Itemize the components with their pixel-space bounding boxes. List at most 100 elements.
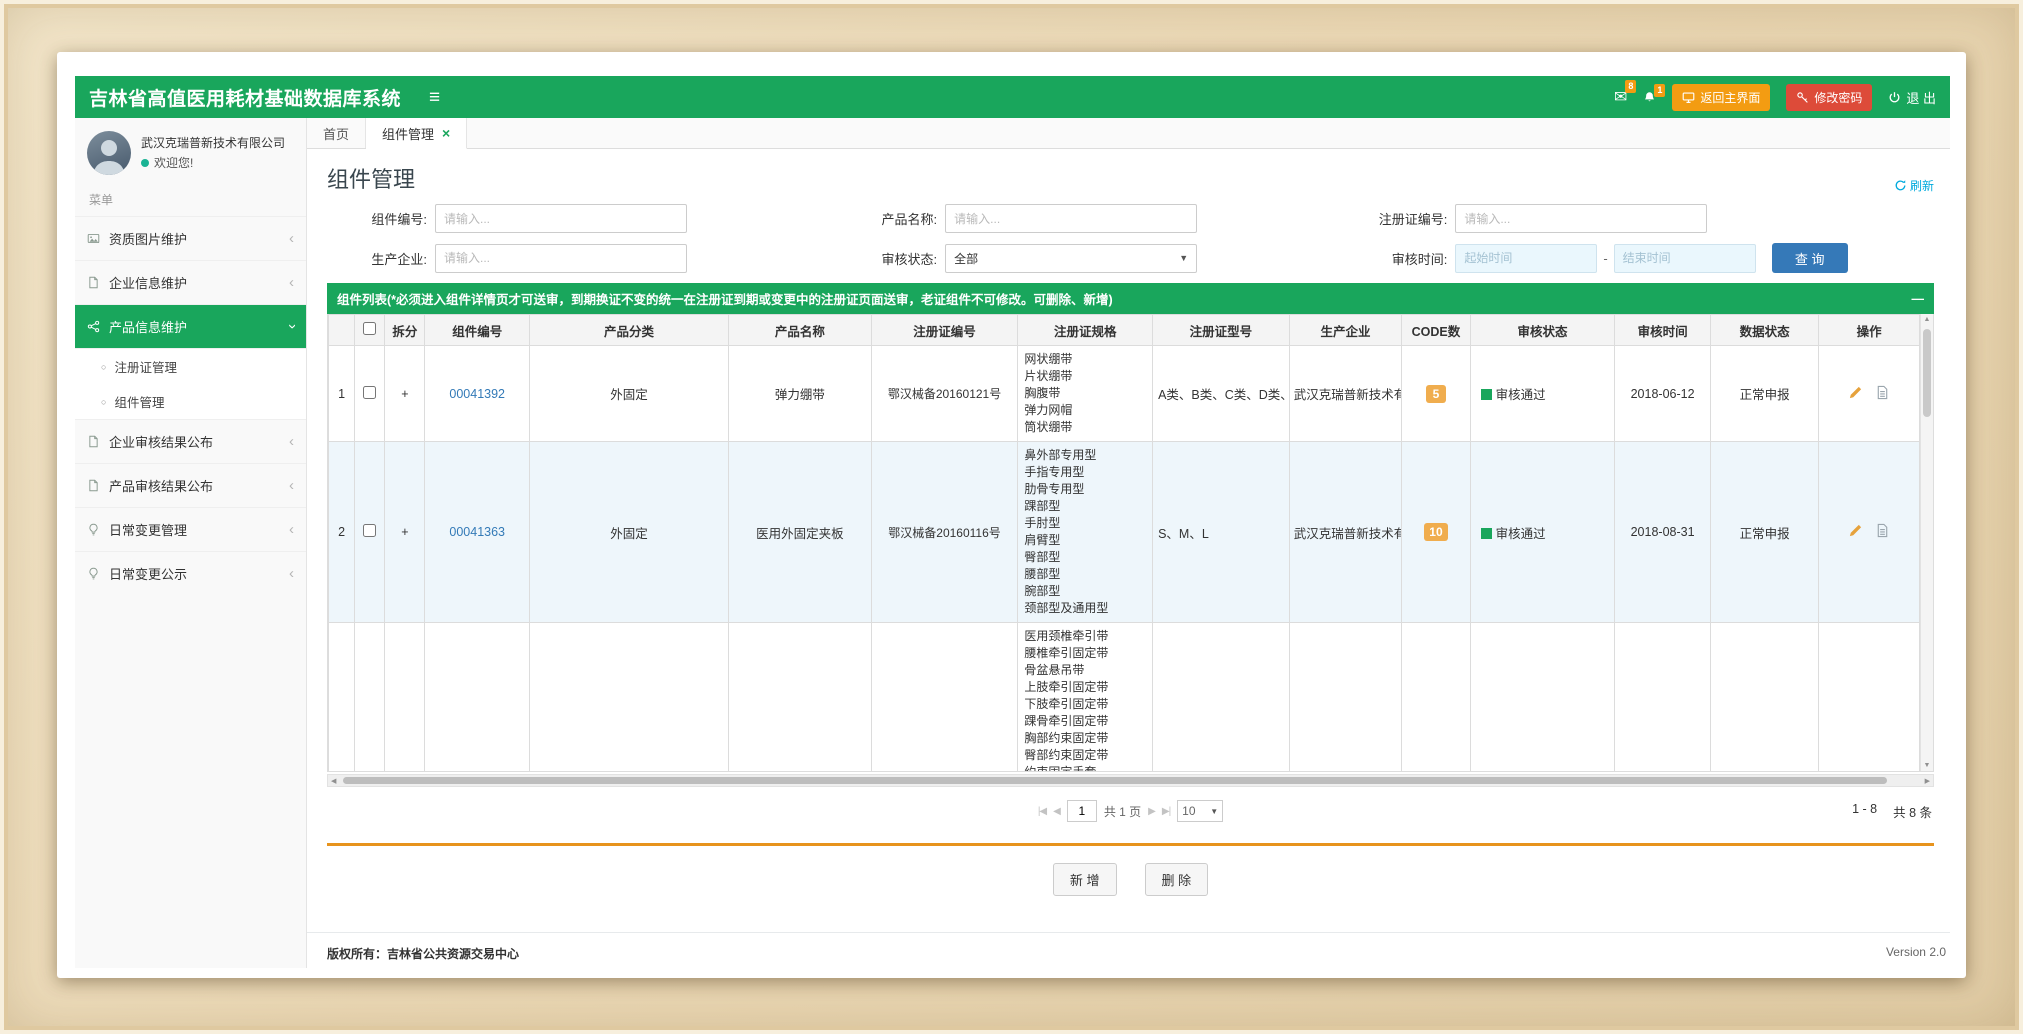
audit-status-label: 审核状态: — [837, 249, 937, 268]
scroll-down-icon[interactable]: ▼ — [1921, 762, 1933, 769]
delete-button[interactable]: 删 除 — [1145, 863, 1209, 896]
main-area: 首页 组件管理 × 组件管理 刷新 — [307, 118, 1950, 968]
horizontal-scroll-thumb[interactable] — [343, 777, 1887, 784]
scroll-right-icon[interactable]: ▶ — [1925, 775, 1930, 786]
file-icon — [87, 276, 100, 289]
add-button[interactable]: 新 增 — [1053, 863, 1117, 896]
page-footer: 版权所有：吉林省公共资源交易中心 Version 2.0 — [307, 932, 1950, 968]
component-table: 拆分 组件编号 产品分类 产品名称 注册证编号 注册证规格 注册证型号 生产企业 — [328, 314, 1920, 772]
last-page-button[interactable]: ▶| — [1162, 806, 1170, 817]
orange-divider — [327, 843, 1934, 846]
tab-component-management[interactable]: 组件管理 × — [366, 118, 467, 149]
scroll-up-icon[interactable]: ▲ — [1921, 316, 1933, 323]
row-checkbox[interactable] — [363, 386, 376, 399]
pagination: |◀ ◀ 共 1 页 ▶ ▶| 10 ▼ 1 - 8 — [327, 796, 1934, 826]
table-row: 2 + 00041363 外固定 医用外固定夹板 鄂汉械备20160116号 鼻… — [329, 442, 1920, 623]
cert-no-input[interactable] — [1455, 204, 1707, 233]
audit-time-end-input[interactable] — [1614, 244, 1756, 273]
vertical-scroll-thumb[interactable] — [1923, 329, 1931, 417]
product-name-input[interactable] — [945, 204, 1197, 233]
browser-page: 吉林省高值医用耗材基础数据库系统 ≡ ✉ 8 1 返回主界面 — [57, 52, 1966, 978]
sidebar-menu: 资质图片维护 ‹ 企业信息维护 ‹ — [75, 216, 306, 595]
logout-button[interactable]: 退 出 — [1888, 88, 1936, 107]
sidebar-subitem-component-management[interactable]: ○ 组件管理 — [75, 384, 306, 419]
avatar — [87, 131, 131, 175]
code-count-badge: 10 — [1424, 523, 1447, 541]
power-icon — [1888, 91, 1901, 104]
component-no-link[interactable]: 00041392 — [449, 387, 505, 401]
mail-button[interactable]: ✉ 8 — [1614, 87, 1627, 107]
chevron-left-icon: ‹ — [289, 231, 294, 246]
component-no-link[interactable]: 00041363 — [449, 525, 505, 539]
component-table-wrap: 拆分 组件编号 产品分类 产品名称 注册证编号 注册证规格 注册证型号 生产企业 — [327, 314, 1934, 772]
chevron-left-icon: ‹ — [289, 478, 294, 493]
row-number-header — [329, 315, 355, 346]
share-icon — [87, 320, 100, 333]
page-size-select[interactable]: 10 ▼ — [1177, 800, 1223, 822]
chevron-left-icon: ‹ — [289, 434, 294, 449]
top-navbar: 吉林省高值医用耗材基础数据库系统 ≡ ✉ 8 1 返回主界面 — [75, 76, 1950, 118]
circle-bullet-icon: ○ — [101, 362, 106, 372]
edit-pencil-icon[interactable] — [1848, 385, 1863, 400]
query-button[interactable]: 查 询 — [1772, 243, 1848, 273]
sidebar-item-daily-change-publicity[interactable]: 日常变更公示 ‹ — [75, 551, 306, 595]
chevron-left-icon: ‹ — [289, 275, 294, 290]
prev-page-button[interactable]: ◀ — [1053, 806, 1060, 817]
sidebar-item-daily-change-management[interactable]: 日常变更管理 ‹ — [75, 507, 306, 551]
audit-time-start-input[interactable] — [1455, 244, 1597, 273]
sidebar-item-company-info[interactable]: 企业信息维护 ‹ — [75, 260, 306, 304]
hamburger-menu-icon[interactable]: ≡ — [429, 88, 440, 107]
first-page-button[interactable]: |◀ — [1038, 806, 1046, 817]
bulb-icon — [87, 523, 100, 536]
vertical-scrollbar[interactable]: ▲ ▼ — [1920, 314, 1933, 771]
document-icon[interactable] — [1875, 385, 1890, 400]
return-home-button[interactable]: 返回主界面 — [1672, 84, 1770, 111]
sidebar-item-product-info[interactable]: 产品信息维护 ‹ — [75, 304, 306, 348]
circle-bullet-icon: ○ — [101, 397, 106, 407]
company-name: 武汉克瑞普新技术有限公司 — [141, 134, 285, 152]
image-icon — [87, 232, 100, 245]
component-no-input[interactable] — [435, 204, 687, 233]
refresh-link[interactable]: 刷新 — [1894, 177, 1934, 194]
version-text: Version 2.0 — [1886, 945, 1946, 962]
content: 组件管理 刷新 组件编号: — [307, 149, 1950, 902]
sidebar-item-product-audit-results[interactable]: 产品审核结果公布 ‹ — [75, 463, 306, 507]
producer-input[interactable] — [435, 244, 687, 273]
change-password-button[interactable]: 修改密码 — [1786, 84, 1872, 111]
chevron-left-icon: ‹ — [289, 522, 294, 537]
horizontal-scrollbar[interactable]: ◀ ▶ — [327, 774, 1934, 787]
edit-pencil-icon[interactable] — [1848, 523, 1863, 538]
record-range-text: 1 - 8 — [1852, 802, 1877, 821]
component-no-label: 组件编号: — [327, 209, 427, 228]
next-page-button[interactable]: ▶ — [1148, 806, 1155, 817]
row-checkbox[interactable] — [363, 524, 376, 537]
bell-badge: 1 — [1654, 84, 1665, 97]
sidebar-item-qualification-images[interactable]: 资质图片维护 ‹ — [75, 216, 306, 260]
audit-status-text: 审核通过 — [1496, 388, 1546, 402]
expand-row-button[interactable]: + — [401, 387, 408, 401]
scroll-left-icon[interactable]: ◀ — [331, 775, 336, 786]
sidebar-subitem-cert-management[interactable]: ○ 注册证管理 — [75, 349, 306, 384]
app-root: 吉林省高值医用耗材基础数据库系统 ≡ ✉ 8 1 返回主界面 — [75, 76, 1950, 968]
close-icon[interactable]: × — [442, 125, 450, 141]
select-all-header — [355, 315, 385, 346]
notifications-button[interactable]: 1 — [1643, 91, 1656, 104]
audit-status-text: 审核通过 — [1496, 527, 1546, 541]
table-row: 1 + 00041392 外固定 弹力绷带 鄂汉械备20160121号 网状绷带… — [329, 346, 1920, 442]
select-all-checkbox[interactable] — [363, 322, 376, 335]
audit-status-select[interactable]: 全部 ▼ — [945, 244, 1197, 273]
document-icon[interactable] — [1875, 523, 1890, 538]
date-range-separator: - — [1603, 251, 1607, 266]
collapse-icon[interactable]: — — [1912, 292, 1925, 306]
audit-time-label: 审核时间: — [1347, 249, 1447, 268]
monitor-icon — [1682, 91, 1695, 104]
product-name-label: 产品名称: — [837, 209, 937, 228]
page-number-input[interactable] — [1067, 800, 1097, 822]
app-title: 吉林省高值医用耗材基础数据库系统 — [89, 84, 401, 111]
expand-row-button[interactable]: + — [401, 525, 408, 539]
copyright-text: 版权所有：吉林省公共资源交易中心 — [327, 945, 519, 962]
record-total-text: 共 8 条 — [1893, 802, 1932, 821]
photo-frame: 吉林省高值医用耗材基础数据库系统 ≡ ✉ 8 1 返回主界面 — [0, 0, 2023, 1034]
tab-home[interactable]: 首页 — [307, 118, 366, 148]
sidebar-item-company-audit-results[interactable]: 企业审核结果公布 ‹ — [75, 419, 306, 463]
